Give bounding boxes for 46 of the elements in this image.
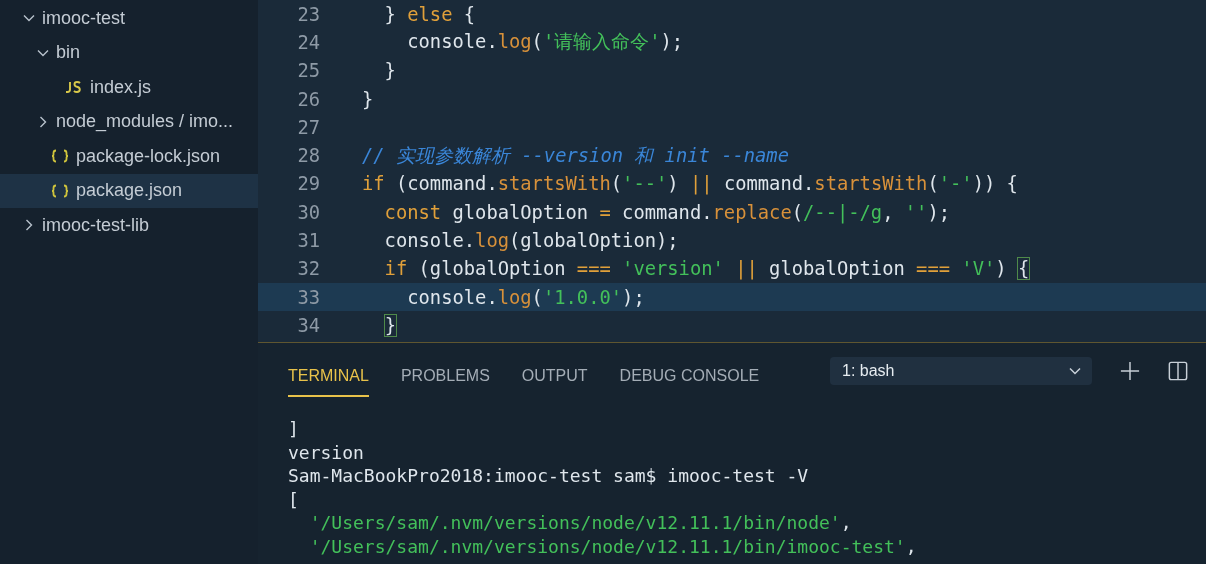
terminal-line: [ (288, 487, 300, 511)
line-number: 30 (296, 201, 320, 223)
tree-item[interactable]: bin (0, 35, 258, 70)
split-icon[interactable] (1168, 361, 1188, 381)
code-line: console.log('请输入命令'); (406, 30, 684, 55)
tree-item[interactable]: imooc-test (0, 1, 258, 36)
json-file-icon (50, 183, 70, 198)
code-line: console.log(globalOption); (383, 230, 679, 251)
tree-item[interactable]: imooc-test-lib (0, 208, 258, 243)
panel-tab[interactable]: DEBUG CONSOLE (619, 351, 760, 397)
code-line: } (383, 60, 396, 82)
line-number: 31 (296, 230, 320, 251)
terminal-line: version (288, 440, 365, 464)
line-number: 29 (296, 173, 320, 195)
line-number: 25 (296, 60, 320, 82)
terminal-line: '/Users/sam/.nvm/versions/node/v12.11.1/bin/imooc-test', (308, 534, 918, 558)
line-number: 23 (296, 3, 320, 25)
line-number: 33 (296, 286, 320, 308)
panel-tab[interactable]: TERMINAL (288, 351, 369, 397)
line-number: 28 (296, 145, 320, 167)
tree-item[interactable]: package.json (0, 173, 258, 208)
tree-item[interactable]: package-lock.json (0, 139, 258, 174)
code-line: const globalOption = command.replace(/--|-/g, ''); (383, 201, 951, 223)
line-number: 27 (296, 116, 320, 138)
line-number: 24 (296, 31, 320, 53)
code-line: // 实现参数解析 --version 和 init --name (362, 143, 789, 168)
json-file-icon (50, 149, 70, 164)
panel-tab[interactable]: PROBLEMS (400, 351, 490, 397)
line-number: 34 (296, 314, 320, 336)
code-line: } (383, 314, 396, 336)
plus-icon[interactable] (1120, 361, 1140, 381)
tree-item[interactable]: node_modules / imo... (0, 104, 258, 139)
terminal-line: Sam-MacBookPro2018:imooc-test sam$ imooc-test -V (288, 464, 810, 488)
code-line: console.log('1.0.0'); (406, 286, 645, 308)
line-number: 32 (296, 258, 320, 280)
terminal-select[interactable]: 1: bash (830, 357, 1092, 385)
terminal-line: '/Users/sam/.nvm/versions/node/v12.11.1/bin/node', (308, 511, 853, 535)
tree-item[interactable]: index.js (0, 70, 258, 105)
javascript-file-icon (64, 80, 84, 95)
terminal-line: ] (288, 417, 300, 441)
code-line: if (command.startsWith('--') || command.startsWith('-')) { (362, 173, 1018, 195)
code-line: } (362, 88, 374, 110)
panel-tab[interactable]: OUTPUT (521, 351, 588, 397)
code-line: } else { (383, 3, 476, 25)
line-number: 26 (296, 88, 320, 110)
code-line: if (globalOption === 'version' || globalOption === 'V') { (383, 258, 1030, 280)
